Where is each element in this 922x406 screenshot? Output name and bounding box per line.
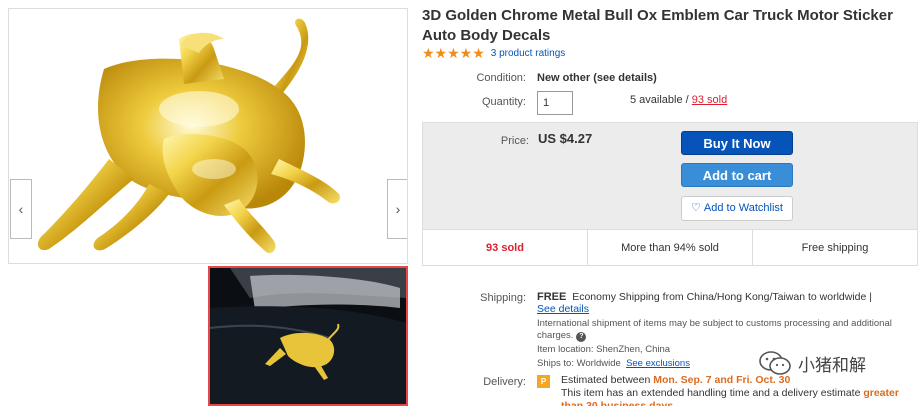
shipping-free: FREE: [537, 291, 567, 303]
price-label: Price:: [500, 135, 529, 147]
help-icon[interactable]: ?: [576, 332, 587, 342]
heart-icon: ♡: [691, 202, 701, 214]
product-title: 3D Golden Chrome Metal Bull Ox Emblem Ca…: [422, 7, 893, 44]
chevron-left-icon: ‹: [18, 201, 24, 217]
ratings-link[interactable]: 3 product ratings: [491, 48, 566, 59]
delivery-label: Delivery:: [483, 376, 526, 388]
shipping-label: Shipping:: [480, 292, 526, 304]
add-to-watchlist-button[interactable]: ♡ Add to Watchlist: [681, 196, 793, 221]
delivery-estimate: Estimated between Mon. Sep. 7 and Fri. O…: [561, 374, 921, 387]
shipping-method-line: FREE Economy Shipping from China/Hong Ko…: [537, 291, 917, 303]
customs-note: International shipment of items may be s…: [537, 318, 917, 342]
available-count: 5 available /: [630, 94, 692, 106]
car-with-emblem-photo: [210, 268, 406, 404]
ships-to-text: Ships to: Worldwide: [537, 358, 621, 369]
main-product-image[interactable]: ‹ ›: [8, 8, 408, 264]
delivery-flag-icon: P: [537, 375, 550, 388]
buy-box: Price: US $4.27 Buy It Now Add to cart ♡…: [422, 122, 918, 266]
image-gallery: ‹ ›: [8, 8, 408, 406]
thumbnail-car-image[interactable]: [208, 266, 408, 406]
stat-free-shipping: Free shipping: [752, 230, 917, 265]
watchlist-label: Add to Watchlist: [703, 202, 783, 214]
item-details: 3D Golden Chrome Metal Bull Ox Emblem Ca…: [420, 0, 920, 406]
extended-prefix: This item has an extended handling time …: [561, 387, 861, 399]
quantity-input[interactable]: [537, 91, 573, 115]
see-details-link[interactable]: See details: [537, 303, 589, 315]
gallery-spacer: [8, 266, 204, 406]
product-rating: ★★★★★ 3 product ratings: [422, 45, 565, 62]
rating-stars-icon: ★★★★★: [422, 45, 485, 61]
golden-bull-emblem: [37, 18, 340, 254]
sales-stats: 93 sold More than 94% sold Free shipping: [423, 229, 917, 265]
add-to-cart-button[interactable]: Add to cart: [681, 163, 793, 187]
condition-label: Condition:: [476, 72, 526, 84]
wechat-icon: [759, 351, 791, 375]
next-image-button[interactable]: ›: [387, 179, 407, 239]
availability: 5 available / 93 sold: [630, 94, 727, 106]
stat-sold: 93 sold: [486, 242, 524, 254]
condition-value: New other (see details): [537, 72, 657, 84]
quantity-label: Quantity:: [481, 96, 526, 108]
shipping-method: Economy Shipping from China/Hong Kong/Ta…: [572, 291, 872, 303]
watermark-text: 小猪和解: [798, 355, 866, 375]
wechat-watermark: 小猪和解: [758, 350, 866, 376]
sold-count-link[interactable]: 93 sold: [692, 94, 727, 106]
chevron-right-icon: ›: [395, 201, 401, 217]
customs-note-text: International shipment of items may be s…: [537, 318, 892, 341]
price-value: US $4.27: [538, 131, 593, 146]
buy-it-now-button[interactable]: Buy It Now: [681, 131, 793, 155]
previous-image-button[interactable]: ‹: [10, 179, 32, 239]
delivery-info: Estimated between Mon. Sep. 7 and Fri. O…: [561, 374, 921, 406]
stat-percent-sold: More than 94% sold: [587, 230, 752, 265]
extended-handling: This item has an extended handling time …: [561, 387, 921, 406]
see-exclusions-link[interactable]: See exclusions: [626, 358, 690, 369]
estimate-prefix: Estimated between: [561, 374, 651, 386]
